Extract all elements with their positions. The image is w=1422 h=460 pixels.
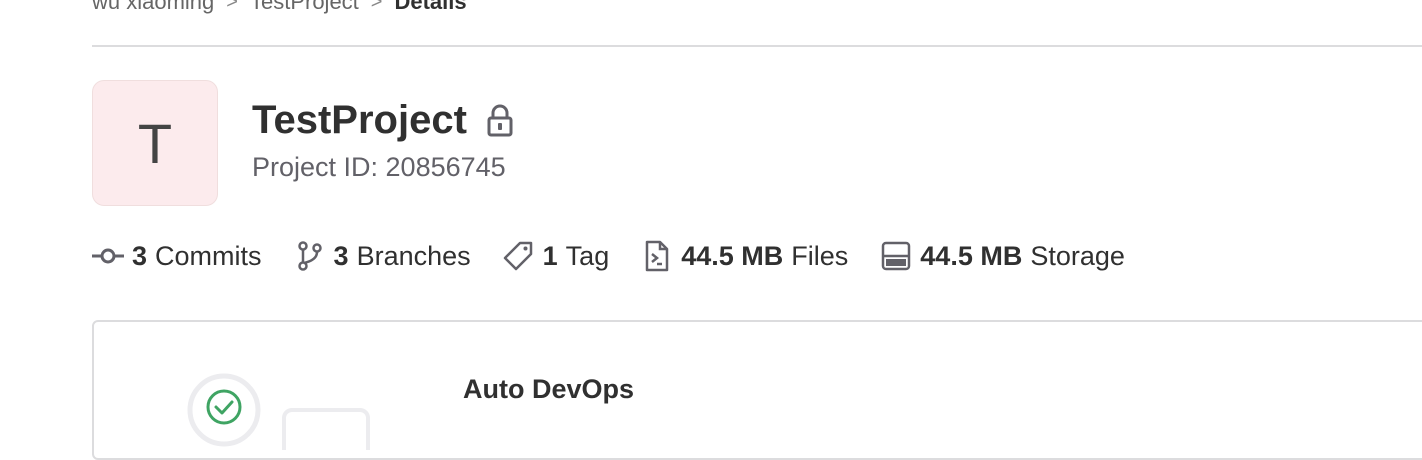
file-icon xyxy=(641,240,673,272)
branches-count: 3 xyxy=(333,240,349,271)
project-id: Project ID: 20856745 xyxy=(252,152,506,182)
tags-count: 1 xyxy=(542,240,558,271)
auto-devops-illustration xyxy=(184,370,384,460)
branches-label: Branches xyxy=(356,240,471,271)
storage-size: 44.5 MB xyxy=(920,240,1023,271)
branch-icon xyxy=(294,240,326,272)
commits-count: 3 xyxy=(132,240,148,271)
storage-label: Storage xyxy=(1030,240,1125,271)
stat-storage[interactable]: 44.5 MB Storage xyxy=(880,240,1125,272)
avatar-letter: T xyxy=(137,111,173,175)
auto-devops-title: Auto DevOps xyxy=(463,374,635,404)
commits-label: Commits xyxy=(155,240,262,271)
stat-commits[interactable]: 3 Commits xyxy=(92,240,262,272)
breadcrumb-separator: > xyxy=(370,0,383,13)
header-divider xyxy=(92,45,1422,47)
project-stats: 3 Commits 3 Branches 1 Tag 44.5 MB Files… xyxy=(92,236,1157,276)
project-title-row: TestProject xyxy=(252,98,515,143)
commit-icon xyxy=(92,240,124,272)
breadcrumb-item-current[interactable]: Details xyxy=(394,0,466,15)
project-avatar[interactable]: T xyxy=(92,80,218,206)
stat-tags[interactable]: 1 Tag xyxy=(503,240,610,272)
breadcrumb: wu xiaoming > TestProject > Details xyxy=(92,0,467,16)
breadcrumb-item-user[interactable]: wu xiaoming xyxy=(92,0,214,15)
project-title: TestProject xyxy=(252,98,467,142)
breadcrumb-item-project[interactable]: TestProject xyxy=(250,0,359,15)
tags-label: Tag xyxy=(565,240,610,271)
stat-files[interactable]: 44.5 MB Files xyxy=(641,240,848,272)
stat-branches[interactable]: 3 Branches xyxy=(294,240,471,272)
auto-devops-panel: Auto DevOps xyxy=(92,320,1422,460)
files-label: Files xyxy=(791,240,849,271)
breadcrumb-separator: > xyxy=(226,0,238,13)
files-size: 44.5 MB xyxy=(681,240,784,271)
storage-icon xyxy=(880,240,912,272)
tag-icon xyxy=(503,240,535,272)
lock-icon xyxy=(485,104,515,138)
